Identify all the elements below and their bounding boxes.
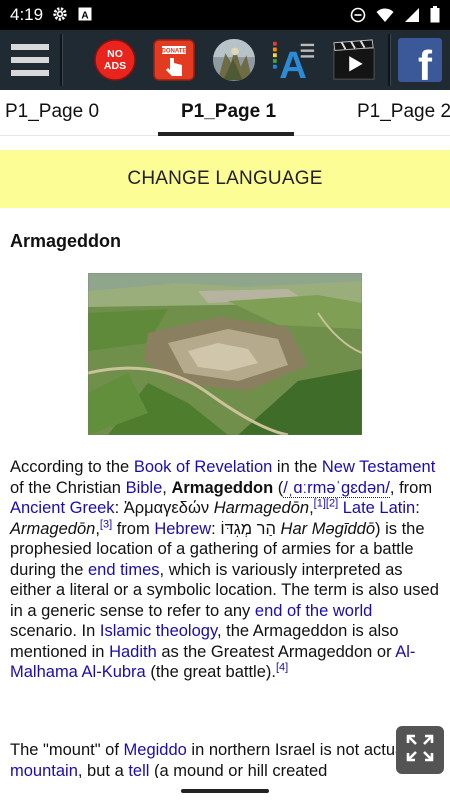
link-late-latin[interactable]: Late Latin bbox=[343, 499, 415, 517]
link-tell[interactable]: tell bbox=[128, 762, 149, 779]
font-a-icon: A bbox=[78, 7, 92, 26]
link-end-times[interactable]: end times bbox=[88, 561, 160, 579]
toolbar-divider bbox=[60, 34, 63, 86]
status-time: 4:19 bbox=[10, 5, 44, 24]
expand-arrows-icon bbox=[404, 732, 436, 769]
svg-text:ADS: ADS bbox=[104, 60, 126, 72]
tab-page-0[interactable]: P1_Page 0 bbox=[5, 101, 99, 123]
citation-4[interactable]: [4] bbox=[276, 662, 288, 674]
donate-button[interactable]: DONATE bbox=[152, 38, 196, 82]
link-hadith[interactable]: Hadith bbox=[109, 643, 157, 661]
article-title: Armageddon bbox=[10, 231, 122, 251]
font-glyph: A bbox=[279, 44, 307, 83]
font-size-button[interactable]: A bbox=[272, 38, 316, 83]
video-button[interactable] bbox=[332, 38, 376, 82]
signal-icon bbox=[404, 7, 420, 28]
page-tabs: P1_Page 0 P1_Page 1 P1_Page 2 bbox=[0, 90, 450, 136]
article-paragraph-1: According to the Book of Revelation in t… bbox=[10, 458, 439, 681]
link-book-of-revelation[interactable]: Book of Revelation bbox=[134, 458, 273, 476]
bible-art-button[interactable] bbox=[212, 38, 256, 82]
term-armageddon: Armageddon bbox=[171, 478, 274, 497]
link-mountain[interactable]: mountain bbox=[10, 762, 78, 779]
link-end-of-the-world[interactable]: end of the world bbox=[255, 602, 372, 620]
citation-2[interactable]: [2] bbox=[326, 498, 338, 510]
facebook-button[interactable]: f bbox=[398, 38, 442, 82]
link-pronunciation[interactable]: /ˌɑːrməˈɡɛdən/ bbox=[283, 478, 390, 498]
no-ads-button[interactable]: NO ADS bbox=[93, 38, 137, 82]
tab-page-1[interactable]: P1_Page 1 bbox=[181, 101, 276, 123]
link-new-testament[interactable]: New Testament bbox=[322, 458, 435, 476]
article-image[interactable] bbox=[87, 272, 363, 437]
link-islamic-theology[interactable]: Islamic theology bbox=[100, 622, 217, 640]
battery-icon bbox=[430, 6, 440, 28]
wifi-icon bbox=[376, 7, 394, 28]
citation-1[interactable]: [1] bbox=[314, 498, 326, 510]
link-hebrew[interactable]: Hebrew bbox=[154, 520, 211, 538]
gesture-nav-bar bbox=[0, 778, 450, 800]
svg-text:NO: NO bbox=[107, 48, 123, 60]
citation-3[interactable]: [3] bbox=[100, 518, 112, 530]
article-content[interactable]: CHANGE LANGUAGE Armageddon According to … bbox=[0, 136, 450, 778]
change-language-button[interactable]: CHANGE LANGUAGE bbox=[0, 150, 450, 208]
hamburger-menu-icon[interactable] bbox=[8, 38, 52, 82]
fullscreen-button[interactable] bbox=[396, 726, 444, 774]
tab-page-2[interactable]: P1_Page 2 bbox=[357, 101, 450, 123]
link-ancient-greek[interactable]: Ancient Greek bbox=[10, 499, 115, 517]
gear-icon bbox=[52, 6, 68, 27]
link-megiddo[interactable]: Megiddo bbox=[124, 741, 187, 759]
svg-text:A: A bbox=[81, 11, 88, 22]
article-paragraph-2: The "mount" of Megiddo in northern Israe… bbox=[10, 741, 434, 779]
facebook-icon: f bbox=[418, 42, 433, 82]
app-toolbar: NO ADS DONATE A f bbox=[0, 30, 450, 90]
home-indicator[interactable] bbox=[181, 789, 269, 793]
svg-text:DONATE: DONATE bbox=[162, 49, 187, 55]
link-bible[interactable]: Bible bbox=[126, 479, 163, 497]
dnd-icon bbox=[350, 7, 366, 28]
status-bar: 4:19 A bbox=[0, 0, 450, 30]
toolbar-divider bbox=[388, 34, 391, 86]
